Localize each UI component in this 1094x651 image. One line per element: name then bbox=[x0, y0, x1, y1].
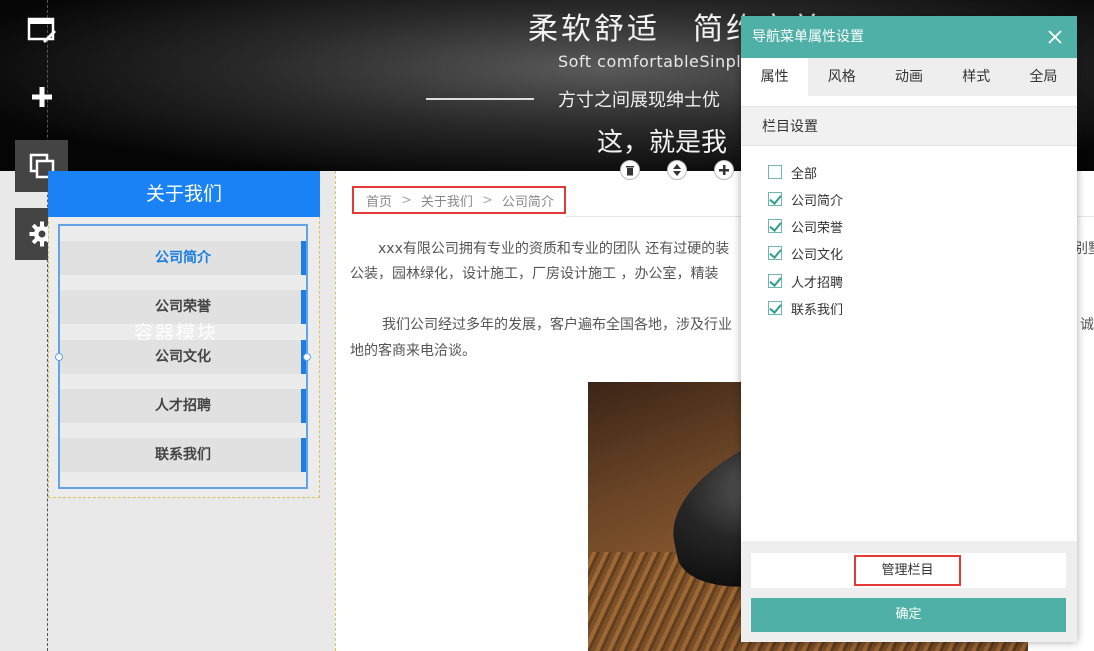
checkbox-label: 联系我们 bbox=[791, 302, 844, 318]
sidebar-item-label: 公司文化 bbox=[155, 349, 211, 365]
checkbox-label: 公司文化 bbox=[791, 247, 844, 263]
banner-subtitle: Soft comfortableSinple bbox=[558, 52, 752, 71]
checkbox-label: 全部 bbox=[791, 166, 818, 182]
tab-style[interactable]: 风格 bbox=[808, 58, 875, 96]
sidebar-item-company-culture[interactable]: 公司文化 bbox=[60, 340, 306, 374]
sidebar-item-label: 联系我们 bbox=[155, 447, 211, 463]
checkbox-label: 公司简介 bbox=[791, 193, 844, 209]
add-button[interactable] bbox=[15, 71, 68, 123]
banner-divider bbox=[426, 98, 534, 100]
checkbox-company-intro[interactable]: 公司简介 bbox=[768, 189, 843, 209]
resize-handle-right[interactable] bbox=[303, 353, 311, 361]
checkbox[interactable] bbox=[768, 219, 782, 233]
content-paragraph-1: xxx有限公司拥有专业的资质和专业的团队 还有过硬的装 bbox=[378, 241, 730, 257]
active-indicator bbox=[301, 241, 306, 275]
dialog-title: 导航菜单属性设置 bbox=[741, 16, 1077, 58]
dialog-tabs: 属性 风格 动画 样式 全局 bbox=[741, 58, 1077, 96]
tab-global[interactable]: 全局 bbox=[1010, 58, 1077, 96]
content-paragraph-1-line2: 公装，园林绿化，设计施工，厂房设计施工 ，办公室，精装 bbox=[350, 266, 719, 282]
sidebar-header: 关于我们 bbox=[48, 171, 320, 217]
sidebar-item-label: 公司荣誉 bbox=[155, 299, 211, 315]
checkbox[interactable] bbox=[768, 246, 782, 260]
sort-icon bbox=[673, 164, 681, 176]
breadcrumb-parent[interactable]: 关于我们 bbox=[421, 191, 473, 210]
tab-properties[interactable]: 属性 bbox=[741, 58, 809, 96]
close-icon[interactable] bbox=[1047, 29, 1063, 45]
checkbox[interactable] bbox=[768, 301, 782, 315]
item-indicator bbox=[301, 389, 306, 423]
banner-tagline: 方寸之间展现绅士优 bbox=[558, 90, 720, 111]
breadcrumb: 首页 > 关于我们 > 公司简介 bbox=[352, 186, 566, 214]
section-title: 栏目设置 bbox=[741, 106, 1077, 146]
breadcrumb-current: 公司简介 bbox=[501, 194, 554, 210]
checkbox-contact[interactable]: 联系我们 bbox=[768, 298, 843, 318]
content-paragraph-1-tail: 别墅 bbox=[1074, 241, 1094, 257]
item-indicator bbox=[301, 290, 306, 324]
plus-icon bbox=[31, 87, 52, 107]
content-paragraph-2-tail: 诚 bbox=[1080, 317, 1094, 333]
manage-columns-button[interactable]: 管理栏目 bbox=[854, 555, 961, 586]
checkbox-company-culture[interactable]: 公司文化 bbox=[768, 243, 843, 263]
content-paragraph-2: 我们公司经过多年的发展，客户遍布全国各地，涉及行业 bbox=[382, 317, 732, 333]
checkbox-recruitment[interactable]: 人才招聘 bbox=[768, 271, 843, 291]
checkbox-label: 人才招聘 bbox=[791, 275, 844, 291]
breadcrumb-separator: > bbox=[401, 192, 412, 208]
checkbox-all[interactable]: 全部 bbox=[768, 162, 817, 182]
sidebar-item-contact[interactable]: 联系我们 bbox=[60, 438, 306, 472]
sort-module-button[interactable] bbox=[667, 160, 687, 180]
add-module-button[interactable] bbox=[714, 160, 734, 180]
banner-slogan: 这，就是我 bbox=[597, 128, 728, 158]
content-paragraph-2-line2: 地的客商来电洽谈。 bbox=[350, 343, 476, 359]
sidebar-item-label: 人才招聘 bbox=[155, 398, 211, 414]
checkbox[interactable] bbox=[768, 274, 782, 288]
plus-icon bbox=[719, 165, 729, 175]
sidebar-item-recruitment[interactable]: 人才招聘 bbox=[60, 389, 306, 423]
checkbox[interactable] bbox=[768, 165, 782, 179]
breadcrumb-home[interactable]: 首页 bbox=[366, 191, 392, 210]
sidebar-item-company-intro[interactable]: 公司简介 bbox=[60, 241, 306, 275]
nav-menu-settings-dialog: 导航菜单属性设置 属性 风格 动画 样式 全局 栏目设置 全部 公司简介 公司荣… bbox=[741, 16, 1077, 642]
confirm-button[interactable]: 确定 bbox=[751, 598, 1066, 632]
checkbox[interactable] bbox=[768, 192, 782, 206]
manage-columns-area: 管理栏目 bbox=[751, 553, 1066, 588]
window-edit-icon bbox=[27, 17, 56, 43]
resize-handle-left[interactable] bbox=[55, 353, 63, 361]
tab-appearance[interactable]: 样式 bbox=[943, 58, 1010, 96]
breadcrumb-separator: > bbox=[481, 192, 493, 208]
item-indicator bbox=[301, 438, 306, 472]
sidebar-item-label: 公司简介 bbox=[155, 250, 211, 266]
trash-icon bbox=[626, 165, 634, 175]
delete-module-button[interactable] bbox=[620, 160, 640, 180]
window-edit-button[interactable] bbox=[15, 4, 68, 56]
tab-animation[interactable]: 动画 bbox=[875, 58, 942, 96]
checkbox-label: 公司荣誉 bbox=[791, 220, 844, 236]
checkbox-company-honor[interactable]: 公司荣誉 bbox=[768, 216, 843, 236]
